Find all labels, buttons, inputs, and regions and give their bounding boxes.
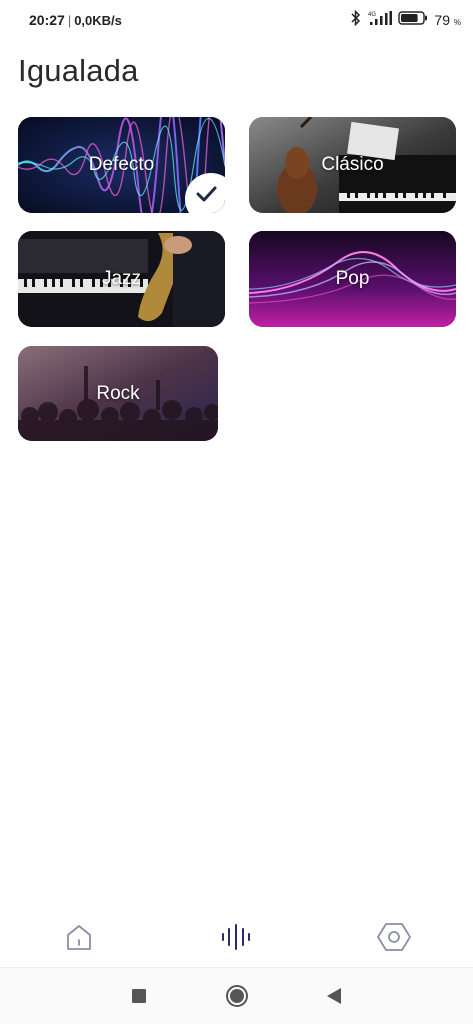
preset-card-jazz[interactable]: Jazz (18, 231, 225, 327)
bluetooth-icon (350, 9, 362, 31)
status-left: 20:27 | 0,0KB/s (29, 12, 122, 28)
network-type: 4G (368, 12, 376, 18)
bottom-navigation (0, 905, 473, 967)
preset-card-defecto[interactable]: Defecto (18, 117, 225, 213)
home-icon (67, 925, 91, 950)
battery-text: 79 % (434, 12, 461, 28)
status-separator: | (67, 13, 72, 28)
battery-fill (401, 13, 419, 22)
battery-icon (398, 10, 428, 30)
preset-label: Rock (96, 382, 140, 404)
preset-card-rock[interactable]: Rock (18, 346, 218, 441)
recent-apps-button[interactable] (125, 982, 153, 1010)
back-icon (327, 988, 341, 1004)
battery-unit: % (453, 18, 461, 27)
status-time: 20:27 (29, 12, 65, 28)
status-bar: 20:27 | 0,0KB/s 4G 79 % (0, 0, 473, 40)
system-home-button[interactable] (223, 982, 251, 1010)
status-right: 4G 79 % (350, 9, 461, 31)
preset-label: Pop (335, 268, 370, 289)
settings-icon (377, 923, 411, 951)
preset-card-clasico[interactable]: Clásico (249, 117, 456, 213)
equalizer-icon (222, 924, 250, 950)
preset-label: Defecto (88, 154, 155, 175)
nav-equalizer-button[interactable] (216, 917, 256, 957)
checkmark-icon (196, 186, 217, 202)
system-back-button[interactable] (320, 982, 348, 1010)
recent-apps-icon (132, 989, 146, 1003)
preset-card-pop[interactable]: Pop (249, 231, 456, 327)
battery-percent: 79 (434, 12, 450, 28)
nav-settings-button[interactable] (374, 917, 414, 957)
page-title: Igualada (18, 53, 139, 88)
network-speed: 0,0KB/s (74, 13, 122, 28)
nav-home-button[interactable] (59, 917, 99, 957)
preset-label: Clásico (321, 154, 384, 175)
preset-label: Jazz (101, 268, 142, 289)
signal-icon: 4G (368, 10, 393, 31)
system-navigation-bar (0, 968, 473, 1024)
home-circle-icon (226, 985, 248, 1007)
